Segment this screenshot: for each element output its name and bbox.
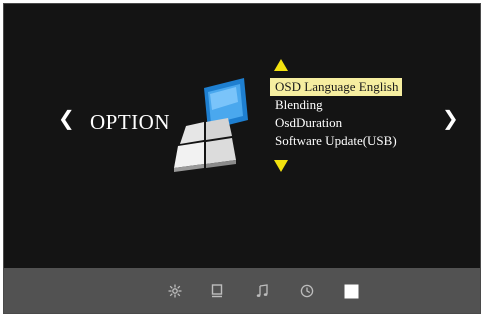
menu-item-osd-language[interactable]: OSD Language English: [270, 78, 403, 96]
screen-icon[interactable]: [208, 282, 226, 300]
music-note-icon[interactable]: [253, 282, 271, 300]
option-icon: [170, 76, 250, 172]
clock-icon[interactable]: [298, 282, 316, 300]
section-title: OPTION: [90, 110, 170, 134]
osd-screen: ❮ OPTION OSD Language English Blending O…: [3, 3, 481, 314]
option-square-icon[interactable]: [342, 282, 360, 300]
menu-item-osd-duration[interactable]: OsdDuration: [270, 114, 402, 132]
menu-tab-bar: [4, 268, 480, 313]
triangle-up-icon[interactable]: [274, 59, 288, 71]
osd-main-panel: ❮ OPTION OSD Language English Blending O…: [4, 4, 480, 268]
menu-item-blending[interactable]: Blending: [270, 96, 402, 114]
chevron-right-icon[interactable]: ❯: [442, 108, 459, 128]
menu-item-software-update[interactable]: Software Update(USB): [270, 132, 402, 150]
triangle-down-icon[interactable]: [274, 160, 288, 172]
option-menu-list: OSD Language English Blending OsdDuratio…: [270, 78, 403, 150]
chevron-left-icon[interactable]: ❮: [58, 108, 75, 128]
picture-settings-icon[interactable]: [166, 282, 184, 300]
